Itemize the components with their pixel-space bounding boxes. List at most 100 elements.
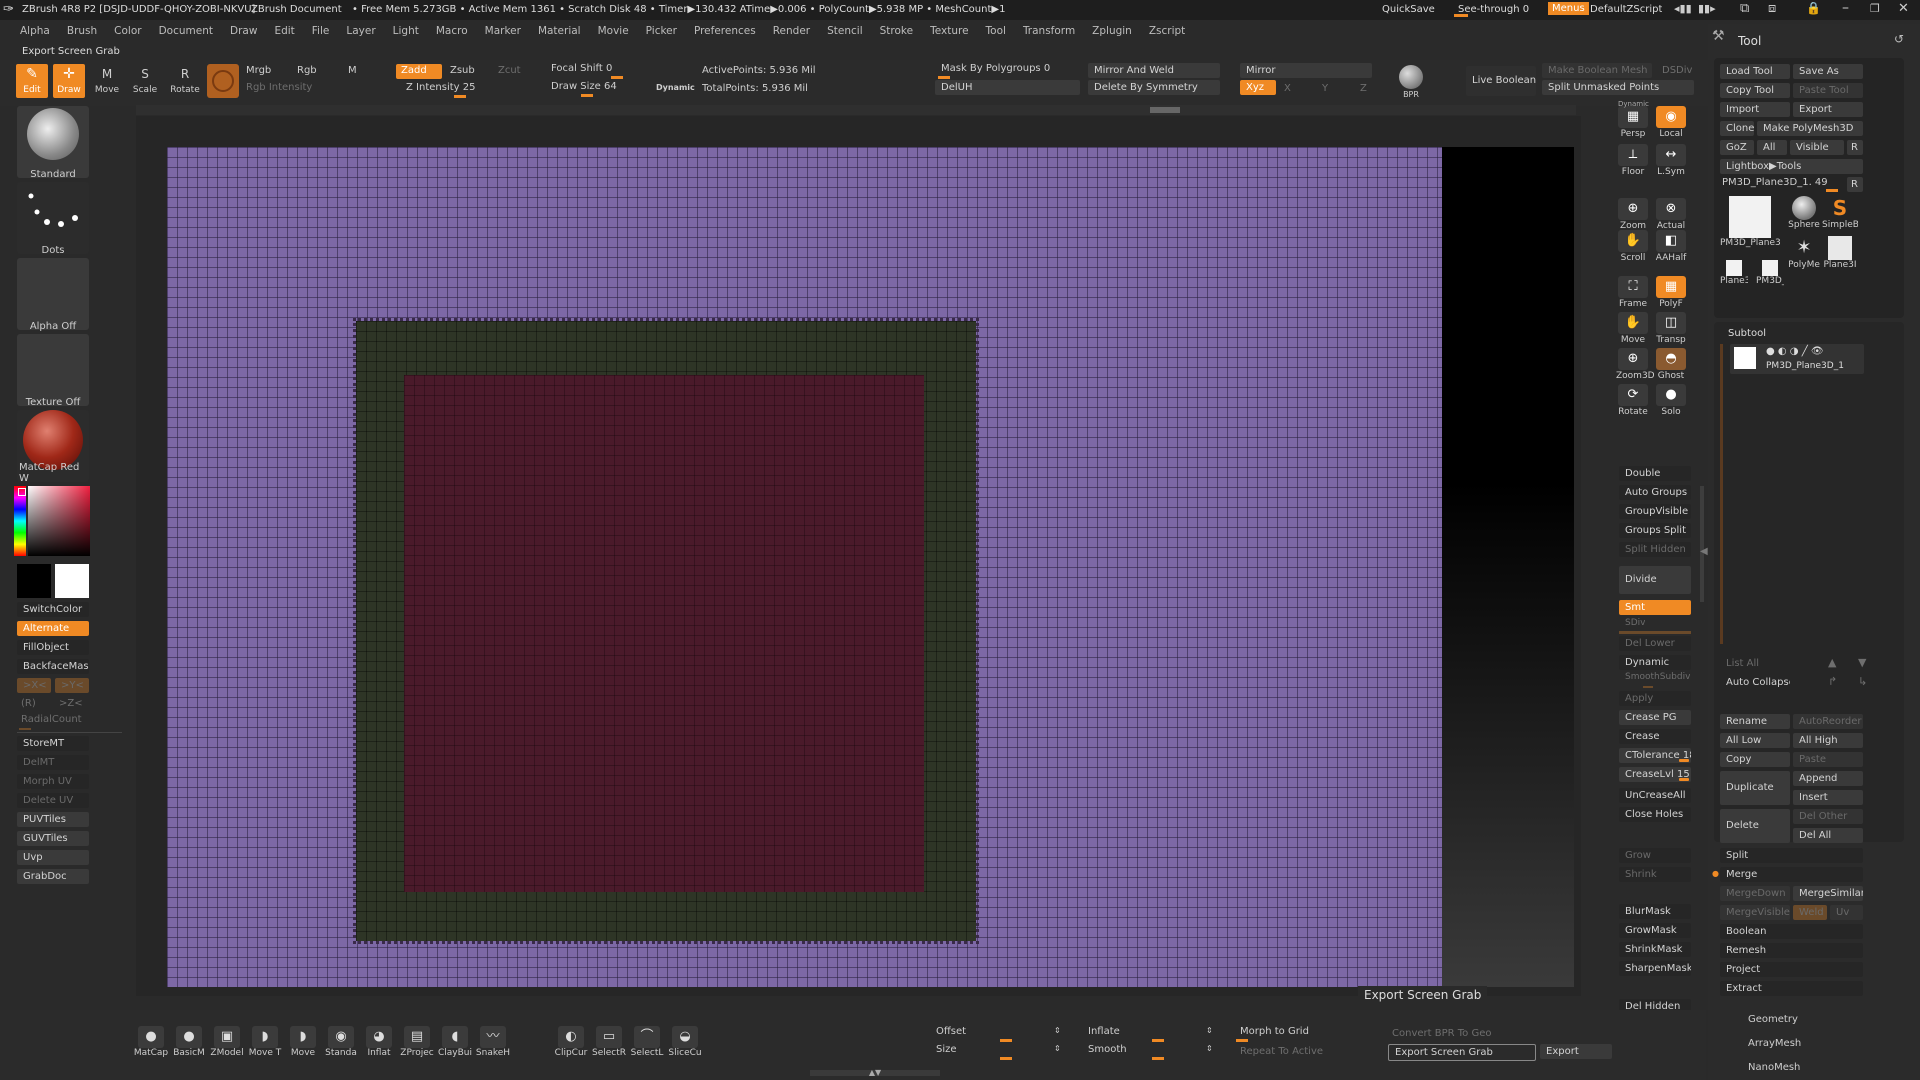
mirror-and-weld-button[interactable]: Mirror And Weld bbox=[1088, 63, 1220, 78]
merge-button[interactable]: Merge bbox=[1720, 867, 1863, 882]
extract-button[interactable]: Extract bbox=[1720, 981, 1863, 996]
material-preview[interactable] bbox=[207, 64, 239, 98]
move-view-button[interactable]: ✋ Move bbox=[1616, 312, 1650, 346]
uv-toggle[interactable]: Uv bbox=[1830, 905, 1863, 920]
morph-uv-button[interactable]: Morph UV bbox=[17, 774, 89, 789]
shrink-button[interactable]: Shrink bbox=[1619, 867, 1691, 882]
double-button[interactable]: Double bbox=[1619, 466, 1691, 481]
auto-reorder-button[interactable]: AutoReorder bbox=[1793, 714, 1863, 729]
tool-thumb-pm3d-i[interactable]: PM3D_I bbox=[1756, 260, 1784, 286]
tool-thumb-polyme[interactable]: ✶ PolyMe bbox=[1786, 236, 1822, 270]
brush-slicecu[interactable]: ◒ SliceCu bbox=[666, 1026, 704, 1058]
move-up-arrow-icon[interactable]: ▲ bbox=[1828, 656, 1836, 669]
menu-render[interactable]: Render bbox=[773, 25, 810, 37]
edit-button[interactable]: ✎ Edit bbox=[16, 64, 48, 98]
secondary-color-swatch[interactable] bbox=[17, 564, 51, 598]
all-high-button[interactable]: All High bbox=[1793, 733, 1863, 748]
offset-arrows-icon[interactable]: ⇕ bbox=[1054, 1026, 1061, 1035]
lsym-button[interactable]: ↔ L.Sym bbox=[1654, 144, 1688, 178]
load-tool-button[interactable]: Load Tool bbox=[1720, 64, 1790, 79]
menu-movie[interactable]: Movie bbox=[598, 25, 629, 37]
apply-button[interactable]: Apply bbox=[1619, 691, 1691, 706]
brush-basicm[interactable]: ● BasicM bbox=[170, 1026, 208, 1058]
floor-button[interactable]: ⟂ Floor bbox=[1616, 144, 1650, 178]
delete-button[interactable]: Delete bbox=[1720, 809, 1790, 843]
menu-brush[interactable]: Brush bbox=[67, 25, 97, 37]
rotate-view-button[interactable]: ⟳ Rotate bbox=[1616, 384, 1650, 418]
ctolerance-slider[interactable]: CTolerance 18 bbox=[1619, 748, 1691, 763]
growmask-button[interactable]: GrowMask bbox=[1619, 923, 1691, 938]
current-tool-slider[interactable]: PM3D_Plane3D_1. 49 bbox=[1720, 176, 1844, 192]
menu-zplugin[interactable]: Zplugin bbox=[1092, 25, 1132, 37]
subtool-item[interactable]: ● ◐ ◑ ╱ 👁 PM3D_Plane3D_1 bbox=[1730, 344, 1864, 374]
hue-strip[interactable] bbox=[14, 486, 26, 556]
collapse-left-arrow-icon[interactable]: ◀ bbox=[1700, 546, 1708, 557]
nanomesh-subpalette[interactable]: NanoMesh bbox=[1748, 1062, 1800, 1073]
store-mt-button[interactable]: StoreMT bbox=[17, 736, 89, 751]
move-down-arrow-icon[interactable]: ▼ bbox=[1858, 656, 1866, 669]
aahalf-button[interactable]: ◧ AAHalf bbox=[1654, 230, 1688, 264]
sym-radial-toggle[interactable]: (R) bbox=[21, 698, 36, 709]
mask-by-polygroups-slider[interactable]: Mask By Polygroups 0 bbox=[935, 63, 1080, 79]
subtool-toggle-icons[interactable]: ● ◐ ◑ ╱ 👁 bbox=[1766, 346, 1824, 357]
paste-subtool-button[interactable]: Paste bbox=[1793, 752, 1863, 767]
color-picker[interactable] bbox=[14, 486, 90, 564]
scroll-button[interactable]: ✋ Scroll bbox=[1616, 230, 1650, 264]
local-button[interactable]: ◉ Local bbox=[1654, 106, 1688, 140]
brush-slot[interactable]: Standard bbox=[17, 106, 89, 180]
menu-file[interactable]: File bbox=[312, 25, 330, 37]
material-slot[interactable]: MatCap Red W bbox=[17, 410, 89, 484]
deluh-button[interactable]: DelUH bbox=[935, 80, 1080, 95]
menu-transform[interactable]: Transform bbox=[1023, 25, 1075, 37]
minimize-icon[interactable]: – bbox=[1842, 0, 1849, 16]
close-icon[interactable]: ✕ bbox=[1898, 1, 1909, 16]
grow-button[interactable]: Grow bbox=[1619, 848, 1691, 863]
del-all-button[interactable]: Del All bbox=[1793, 828, 1863, 843]
all-low-button[interactable]: All Low bbox=[1720, 733, 1790, 748]
brush-inflat[interactable]: ◕ Inflat bbox=[360, 1026, 398, 1058]
z-axis-toggle[interactable]: Z bbox=[1360, 83, 1367, 94]
polyf-button[interactable]: ▦ PolyF bbox=[1654, 276, 1688, 310]
stroke-slot[interactable]: Dots bbox=[17, 182, 89, 256]
tool-thumb-simpleb[interactable]: S SimpleB bbox=[1822, 196, 1858, 230]
document-scrollbar[interactable] bbox=[136, 105, 1576, 115]
inflate-slider[interactable]: Inflate ⇕ bbox=[1082, 1026, 1226, 1042]
arraymesh-subpalette[interactable]: ArrayMesh bbox=[1748, 1038, 1801, 1049]
menus-toggle[interactable]: Menus bbox=[1548, 2, 1589, 15]
group-visible-button[interactable]: GroupVisible bbox=[1619, 504, 1691, 519]
palette-icon[interactable]: ⧉ bbox=[1740, 1, 1749, 16]
menu-picker[interactable]: Picker bbox=[646, 25, 677, 37]
radial-count-slider[interactable]: RadialCount bbox=[17, 714, 89, 730]
creaselvl-slider[interactable]: CreaseLvl 15 bbox=[1619, 767, 1691, 782]
geometry-panel-scrollbar[interactable] bbox=[1700, 486, 1704, 602]
brush-selectr[interactable]: ▭ SelectR bbox=[590, 1026, 628, 1058]
xyz-toggle[interactable]: Xyz bbox=[1240, 80, 1276, 95]
rgb-button[interactable]: Rgb bbox=[297, 65, 317, 76]
tool-thumb-sphere[interactable]: Sphere bbox=[1786, 196, 1822, 230]
close-holes-button[interactable]: Close Holes bbox=[1619, 807, 1691, 822]
alternate-button[interactable]: Alternate bbox=[17, 621, 89, 636]
split-button[interactable]: Split bbox=[1720, 848, 1863, 863]
rotate-button[interactable]: R Rotate bbox=[168, 64, 202, 98]
tool-thumb-plane3i[interactable]: Plane3I bbox=[1720, 260, 1748, 286]
goz-visible-button[interactable]: Visible bbox=[1790, 140, 1844, 155]
mirror-button[interactable]: Mirror bbox=[1240, 63, 1372, 78]
menu-color[interactable]: Color bbox=[114, 25, 141, 37]
layout-icon-1[interactable]: ◂▮▮ bbox=[1674, 2, 1692, 15]
guv-tiles-button[interactable]: GUVTiles bbox=[17, 831, 89, 846]
insert-button[interactable]: Insert bbox=[1793, 790, 1863, 805]
brush-zprojec[interactable]: ▤ ZProjec bbox=[398, 1026, 436, 1058]
arrow-down-right-icon[interactable]: ↳ bbox=[1858, 675, 1867, 688]
tool-thumb-plane3i[interactable]: Plane3I bbox=[1822, 236, 1858, 270]
saturation-square[interactable] bbox=[28, 486, 90, 556]
smooth-subdiv-slider[interactable]: SmoothSubdiv bbox=[1619, 672, 1691, 688]
layout-icon-2[interactable]: ▮▮▸ bbox=[1698, 2, 1716, 15]
brush-zmodel[interactable]: ▣ ZModel bbox=[208, 1026, 246, 1058]
smt-toggle[interactable]: Smt bbox=[1619, 600, 1691, 615]
brush-claybui[interactable]: ◖ ClayBui bbox=[436, 1026, 474, 1058]
puv-tiles-button[interactable]: PUVTiles bbox=[17, 812, 89, 827]
menu-stroke[interactable]: Stroke bbox=[880, 25, 913, 37]
paste-tool-button[interactable]: Paste Tool bbox=[1793, 83, 1863, 98]
import-button[interactable]: Import bbox=[1720, 102, 1790, 117]
merge-visible-button[interactable]: MergeVisible bbox=[1720, 905, 1790, 920]
